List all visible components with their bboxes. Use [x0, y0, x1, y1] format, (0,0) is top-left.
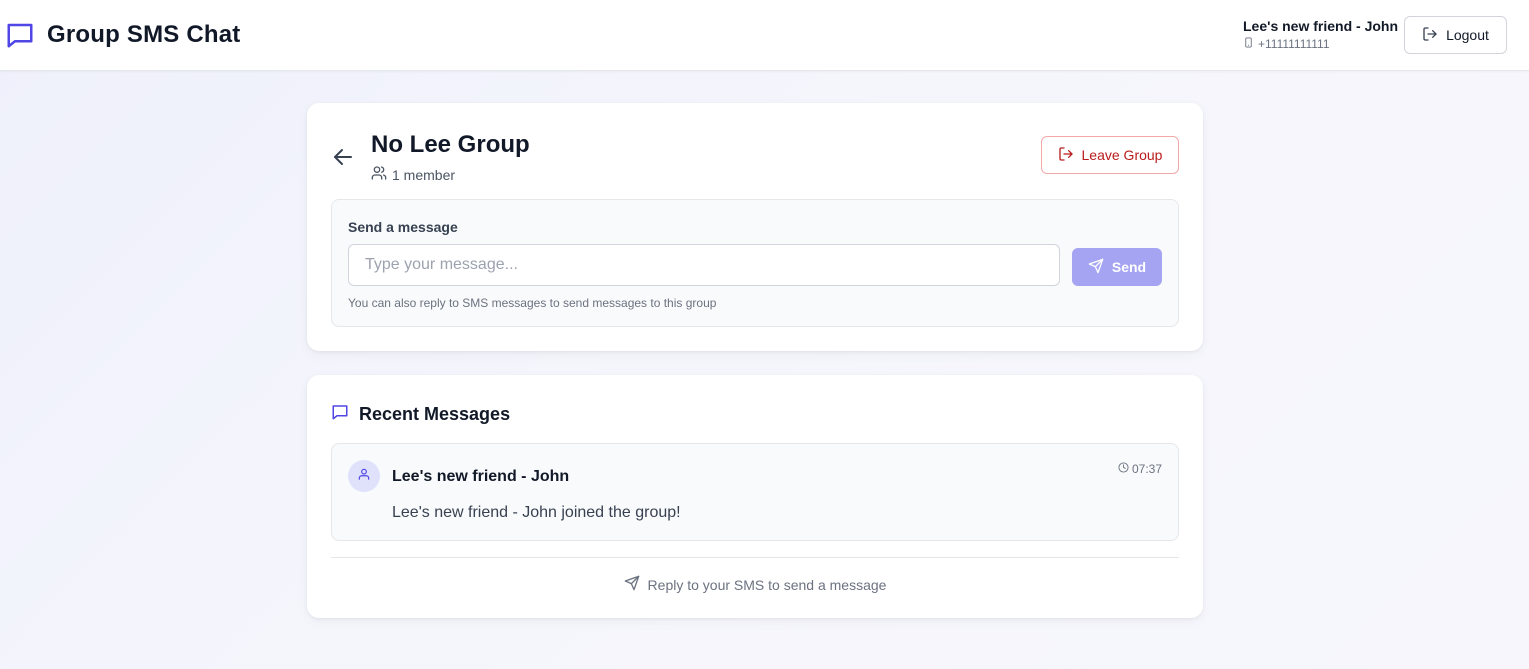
leave-group-button[interactable]: Leave Group	[1041, 136, 1179, 174]
send-icon	[624, 575, 648, 594]
user-name: Lee's new friend - John	[1243, 18, 1399, 34]
member-count: 1 member	[371, 165, 455, 184]
message-input[interactable]	[348, 244, 1060, 286]
reply-hint-text: Reply to your SMS to send a message	[647, 576, 887, 593]
message-time: 07:37	[1118, 462, 1162, 476]
reply-hint: Reply to your SMS to send a message	[307, 575, 1203, 594]
arrow-left-icon[interactable]	[331, 145, 355, 169]
user-icon	[357, 467, 371, 486]
recent-header: Recent Messages	[331, 403, 510, 426]
divider	[331, 557, 1179, 558]
group-card: No Lee Group 1 member Leave Group Send a…	[307, 103, 1203, 351]
leave-group-label: Leave Group	[1081, 147, 1163, 163]
recent-title: Recent Messages	[359, 404, 511, 424]
app-title: Group SMS Chat	[47, 21, 241, 48]
message-sender: Lee's new friend - John	[392, 468, 570, 485]
message-composer: Send a message Send You can also reply t…	[331, 199, 1179, 327]
composer-hint: You can also reply to SMS messages to se…	[348, 296, 717, 310]
users-icon	[371, 165, 392, 184]
message-square-icon	[331, 403, 349, 426]
message-square-icon	[5, 20, 35, 50]
smartphone-icon	[1243, 37, 1258, 51]
member-count-label: 1 member	[392, 166, 456, 183]
avatar	[348, 460, 380, 492]
message-text: Lee's new friend - John joined the group…	[392, 504, 681, 521]
message-item: Lee's new friend - John 07:37 Lee's new …	[331, 443, 1179, 541]
recent-messages-card: Recent Messages Lee's new friend - John …	[307, 375, 1203, 618]
composer-label: Send a message	[348, 219, 458, 235]
brand: Group SMS Chat	[5, 20, 240, 50]
log-out-icon	[1422, 26, 1446, 45]
top-header: Group SMS Chat Lee's new friend - John +…	[0, 0, 1529, 71]
log-out-icon	[1058, 146, 1082, 165]
message-time-text: 07:37	[1131, 462, 1162, 476]
send-icon	[1088, 258, 1112, 277]
send-button[interactable]: Send	[1072, 248, 1162, 286]
logout-button[interactable]: Logout	[1404, 16, 1507, 54]
send-label: Send	[1111, 259, 1147, 275]
clock-icon	[1118, 462, 1132, 476]
group-name: No Lee Group	[371, 131, 530, 158]
current-user: Lee's new friend - John +11111111111	[1243, 18, 1398, 51]
logout-label: Logout	[1446, 27, 1489, 43]
user-phone: +11111111111	[1258, 37, 1330, 51]
user-phone-row: +11111111111	[1243, 37, 1398, 51]
